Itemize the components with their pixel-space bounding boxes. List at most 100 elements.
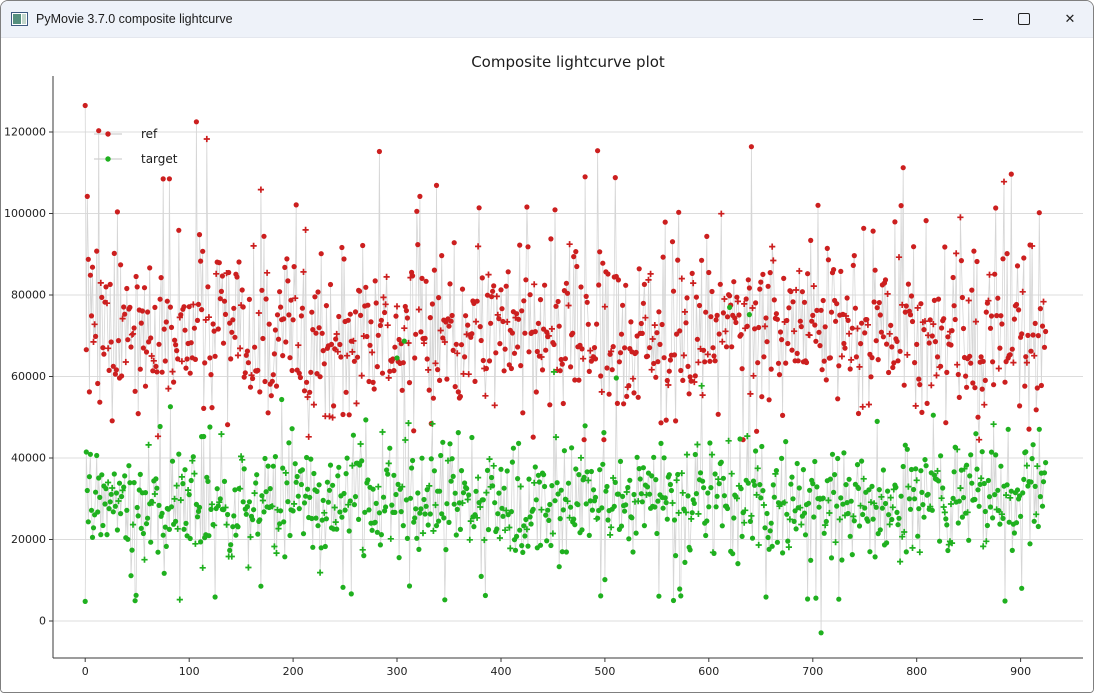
data-point-ref [604, 365, 609, 370]
data-point-ref [834, 301, 839, 306]
data-point-ref [329, 342, 334, 347]
data-point-ref [234, 274, 239, 279]
data-point-ref [271, 372, 276, 377]
data-point-target [456, 430, 461, 435]
data-point-target [495, 511, 500, 516]
data-point-ref [360, 243, 365, 248]
data-point-ref [763, 315, 768, 320]
data-point-ref [512, 351, 517, 356]
data-point-target [302, 500, 307, 505]
data-point-target [759, 444, 764, 449]
data-point-ref [980, 387, 985, 392]
data-point-target [713, 471, 718, 476]
data-point-target [421, 497, 426, 502]
data-point-ref [267, 322, 272, 327]
data-point-ref [610, 367, 615, 372]
data-point-ref [878, 312, 883, 317]
data-point-ref [786, 305, 791, 310]
data-point-target [180, 481, 185, 486]
data-point-ref [1012, 317, 1017, 322]
data-point-ref [460, 287, 465, 292]
data-point-target [133, 598, 138, 603]
data-point-target [257, 517, 262, 522]
minimize-button[interactable] [955, 1, 1001, 37]
data-point-ref [804, 360, 809, 365]
data-point-target [492, 500, 497, 505]
data-point-target [254, 472, 259, 477]
data-point-ref [874, 338, 879, 343]
data-point-target [878, 527, 883, 532]
data-point-target [215, 486, 220, 491]
data-point-ref [152, 305, 157, 310]
data-point-target [469, 435, 474, 440]
data-point-ref [991, 382, 996, 387]
data-point-ref [504, 284, 509, 289]
data-point-ref [759, 394, 764, 399]
data-point-target [658, 441, 663, 446]
x-tick-label: 100 [179, 665, 200, 678]
data-point-target [1015, 487, 1020, 492]
data-point-ref [363, 285, 368, 290]
close-button[interactable]: ✕ [1047, 1, 1093, 37]
maximize-button[interactable] [1001, 1, 1047, 37]
data-point-target [379, 532, 384, 537]
data-point-target [848, 534, 853, 539]
data-point-target [952, 469, 957, 474]
data-point-target [282, 554, 287, 559]
data-point-ref [290, 368, 295, 373]
data-point-ref [833, 319, 838, 324]
data-point-target [664, 500, 669, 505]
data-point-target [1014, 520, 1019, 525]
x-tick-label: 900 [1010, 665, 1031, 678]
data-point-target [707, 440, 712, 445]
data-point-ref [189, 340, 194, 345]
data-point-target [514, 534, 519, 539]
data-point-target [97, 495, 102, 500]
data-point-ref [192, 326, 197, 331]
data-point-ref [663, 220, 668, 225]
minimize-icon [973, 19, 983, 20]
data-point-target [789, 475, 794, 480]
data-point-target [924, 463, 929, 468]
data-point-target [748, 519, 753, 524]
data-point-ref [757, 287, 762, 292]
data-point-ref [107, 368, 112, 373]
data-point-ref [760, 272, 765, 277]
data-point-ref [89, 313, 94, 318]
data-point-target [377, 510, 382, 515]
data-point-target [402, 339, 407, 344]
data-point-target [561, 507, 566, 512]
data-point-target [871, 517, 876, 522]
data-point-ref [622, 345, 627, 350]
data-point-target [286, 440, 291, 445]
data-point-ref [790, 299, 795, 304]
data-point-ref [143, 384, 148, 389]
data-point-ref [412, 355, 417, 360]
data-point-target [293, 461, 298, 466]
data-point-ref [582, 437, 587, 442]
data-point-ref [154, 369, 159, 374]
data-point-ref [115, 209, 120, 214]
data-point-target [559, 488, 564, 493]
data-point-ref [147, 265, 152, 270]
data-point-ref [717, 331, 722, 336]
data-point-ref [653, 375, 658, 380]
data-point-target [599, 505, 604, 510]
data-point-ref [888, 323, 893, 328]
data-point-ref [942, 244, 947, 249]
data-point-ref [848, 366, 853, 371]
data-point-target [583, 423, 588, 428]
legend-entry-ref: ref [94, 127, 158, 141]
window-titlebar[interactable]: PyMovie 3.7.0 composite lightcurve ✕ [1, 1, 1093, 38]
data-point-ref [727, 293, 732, 298]
data-point-ref [488, 321, 493, 326]
legend-target-marker [105, 156, 110, 161]
data-point-target [324, 516, 329, 521]
data-point-ref [906, 282, 911, 287]
data-point-ref [547, 402, 552, 407]
x-tick-label: 800 [906, 665, 927, 678]
data-point-target [205, 479, 210, 484]
data-point-ref [414, 209, 419, 214]
data-point-ref [657, 342, 662, 347]
data-point-ref [499, 306, 504, 311]
